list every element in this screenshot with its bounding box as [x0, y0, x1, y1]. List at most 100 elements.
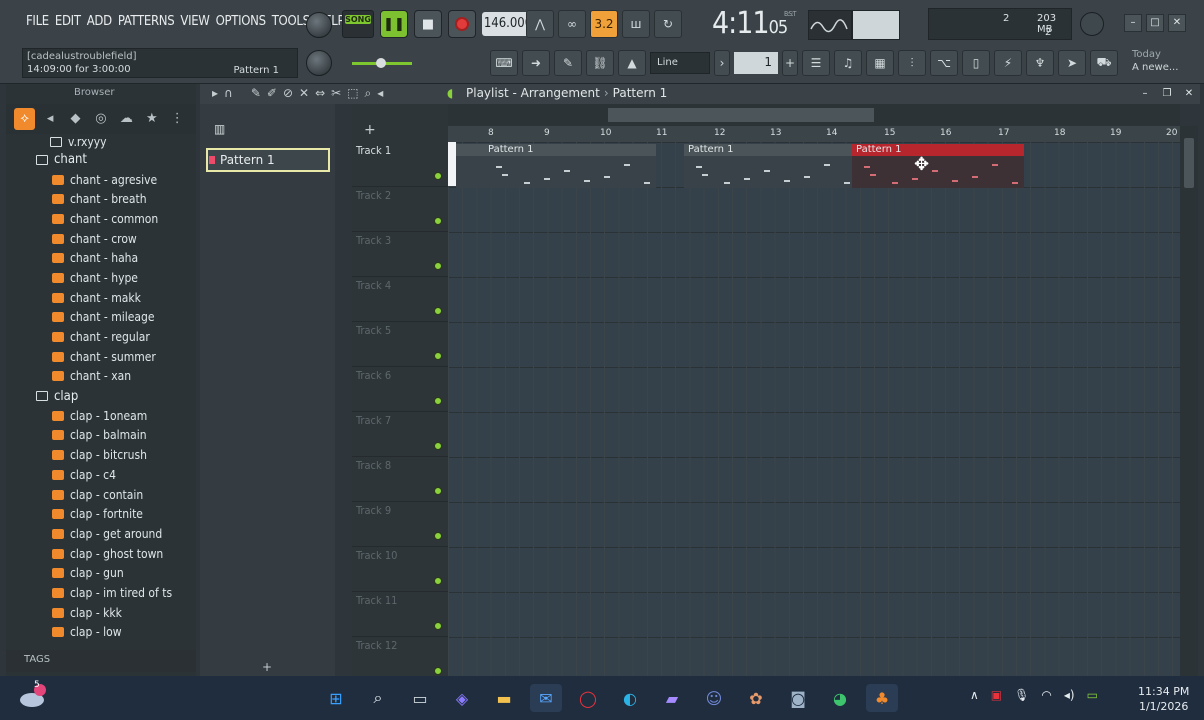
game-icon[interactable]: ✿ — [740, 684, 772, 712]
microphone-icon[interactable]: 🎙 — [1014, 688, 1029, 702]
tree-file[interactable]: chant - breath — [6, 189, 196, 209]
menu-file[interactable]: FILE — [26, 14, 49, 29]
chrome-icon[interactable]: ◕ — [824, 684, 856, 712]
track-header[interactable]: Track 10 — [352, 547, 448, 592]
delete-icon[interactable]: ⊘ — [283, 86, 293, 101]
snap-select[interactable]: Line — [650, 52, 710, 74]
tree-file[interactable]: clap - kkk — [6, 603, 196, 623]
clock[interactable]: 11:34 PM 1/1/2026 — [1138, 684, 1189, 714]
track-mute-led[interactable] — [434, 307, 442, 315]
piano-roll-view-button[interactable]: ♫ — [834, 50, 862, 76]
menu-arrow-icon[interactable]: ▸ — [212, 86, 218, 101]
waveform-filter-icon[interactable]: ⟡ — [14, 108, 36, 130]
track-header[interactable]: Track 8 — [352, 457, 448, 502]
tree-file[interactable]: chant - hype — [6, 268, 196, 288]
tree-file[interactable]: clap - contain — [6, 485, 196, 505]
snap-prev[interactable]: › — [714, 50, 730, 76]
tree-file[interactable]: chant - mileage — [6, 308, 196, 328]
tree-file[interactable]: chant - makk — [6, 288, 196, 308]
pause-button[interactable]: ❚❚ — [380, 10, 408, 38]
playlist-play-icon[interactable]: ◖ — [447, 86, 453, 100]
menu-add[interactable]: ADD — [87, 14, 112, 29]
tree-file[interactable]: clap - 1oneam — [6, 406, 196, 426]
render-button[interactable]: ➤ — [1058, 50, 1086, 76]
track-header[interactable]: Track 5 — [352, 322, 448, 367]
pencil-button[interactable]: ✎ — [554, 50, 582, 76]
tree-file[interactable]: chant - haha — [6, 248, 196, 268]
arrow-button[interactable]: ➜ — [522, 50, 550, 76]
track-mute-led[interactable] — [434, 577, 442, 585]
tuner-button[interactable]: ♆ — [1026, 50, 1054, 76]
track-header[interactable]: Track 2 — [352, 187, 448, 232]
track-mute-led[interactable] — [434, 532, 442, 540]
song-time-display[interactable]: 4:1105 B:S:T — [712, 6, 796, 41]
track-header[interactable]: Track 11 — [352, 592, 448, 637]
copilot-icon[interactable]: ◈ — [446, 684, 478, 712]
track-mute-led[interactable] — [434, 442, 442, 450]
master-volume-slider[interactable] — [352, 58, 412, 68]
stamp-button[interactable]: ▲ — [618, 50, 646, 76]
typing-keyboard-button[interactable]: ⌨ — [490, 50, 518, 76]
wifi-icon[interactable]: ◠ — [1041, 688, 1051, 702]
menu-view[interactable]: VIEW — [180, 14, 210, 29]
hierarchy-button[interactable]: ⌥ — [930, 50, 958, 76]
track-header[interactable]: Track 7 — [352, 412, 448, 457]
overview-handle[interactable] — [608, 108, 874, 122]
cloud-filter-icon[interactable]: ☁ — [116, 108, 137, 130]
tree-file[interactable]: clap - bitcrush — [6, 445, 196, 465]
plugin-button[interactable]: ⚡ — [994, 50, 1022, 76]
slider-handle[interactable] — [376, 58, 386, 68]
vertical-scrollbar[interactable] — [1180, 126, 1198, 676]
tree-item-top[interactable]: v.rxyyy — [6, 134, 196, 150]
master-pitch-knob[interactable] — [306, 50, 332, 76]
camera-icon[interactable]: ◙ — [782, 684, 814, 712]
calendar-icon[interactable]: ▣ — [991, 688, 1002, 702]
tree-file[interactable]: chant - xan — [6, 367, 196, 387]
tree-file[interactable]: clap - ghost town — [6, 544, 196, 564]
song-mode-toggle[interactable]: SONG — [342, 10, 374, 38]
tree-file[interactable]: chant - crow — [6, 229, 196, 249]
track-header[interactable]: Track 1 — [352, 142, 448, 187]
maximize-icon[interactable]: □ — [1146, 14, 1164, 32]
playlist-grid[interactable] — [448, 142, 1180, 676]
timeline-ruler[interactable]: 8 9 10 11 12 13 14 15 16 17 18 19 20 — [448, 126, 1180, 142]
master-volume-knob[interactable] — [306, 12, 332, 38]
paint-icon[interactable]: ✐ — [267, 86, 277, 101]
step-stepper[interactable]: 1 — [734, 52, 778, 74]
scrollbar-thumb[interactable] — [1184, 138, 1194, 188]
wait-input-button[interactable]: ∞ — [558, 10, 586, 38]
mixer-view-button[interactable]: ⫶ — [898, 50, 926, 76]
tree-file[interactable]: chant - summer — [6, 347, 196, 367]
news-panel[interactable]: Today A newe... — [1132, 48, 1178, 74]
slice-icon[interactable]: ✂ — [331, 86, 341, 101]
tree-file[interactable]: clap - im tired of ts — [6, 583, 196, 603]
track-mute-led[interactable] — [434, 262, 442, 270]
step-plus[interactable]: + — [782, 50, 798, 76]
chevron-up-icon[interactable]: ∧ — [970, 688, 979, 702]
menu-patterns[interactable]: PATTERNS — [118, 14, 175, 29]
tree-file[interactable]: clap - get around — [6, 524, 196, 544]
track-header[interactable]: Track 6 — [352, 367, 448, 412]
menu-tools[interactable]: TOOLS — [272, 14, 310, 29]
magnet-icon[interactable]: ∩ — [224, 86, 233, 101]
discord-icon[interactable]: ☺ — [698, 684, 730, 712]
step-edit-button[interactable]: ш — [622, 10, 650, 38]
battery-icon[interactable]: ▭ — [1087, 688, 1098, 702]
start-icon[interactable]: ⊞ — [320, 684, 352, 712]
slip-icon[interactable]: ⇔ — [315, 86, 325, 101]
playlist-overview[interactable] — [448, 104, 1180, 126]
speaker-filter-icon[interactable]: ◂ — [39, 108, 60, 130]
tree-folder[interactable]: clap — [6, 386, 196, 406]
restore-icon[interactable]: ❐ — [1158, 86, 1176, 104]
weather-widget[interactable]: 5 — [18, 680, 46, 710]
tree-folder[interactable]: chant — [6, 150, 196, 170]
tree-file[interactable]: chant - regular — [6, 327, 196, 347]
track-mute-led[interactable] — [434, 397, 442, 405]
zoom-icon[interactable]: ⌕ — [365, 86, 372, 101]
menu-options[interactable]: OPTIONS — [216, 14, 266, 29]
piano-icon[interactable]: ▥ — [214, 122, 225, 136]
pattern-clip[interactable]: Pattern 1 — [852, 144, 1024, 188]
file-explorer-icon[interactable]: ▬ — [488, 684, 520, 712]
pattern-selected[interactable]: Pattern 1 — [206, 148, 330, 172]
mute-icon[interactable]: ✕ — [299, 86, 309, 101]
